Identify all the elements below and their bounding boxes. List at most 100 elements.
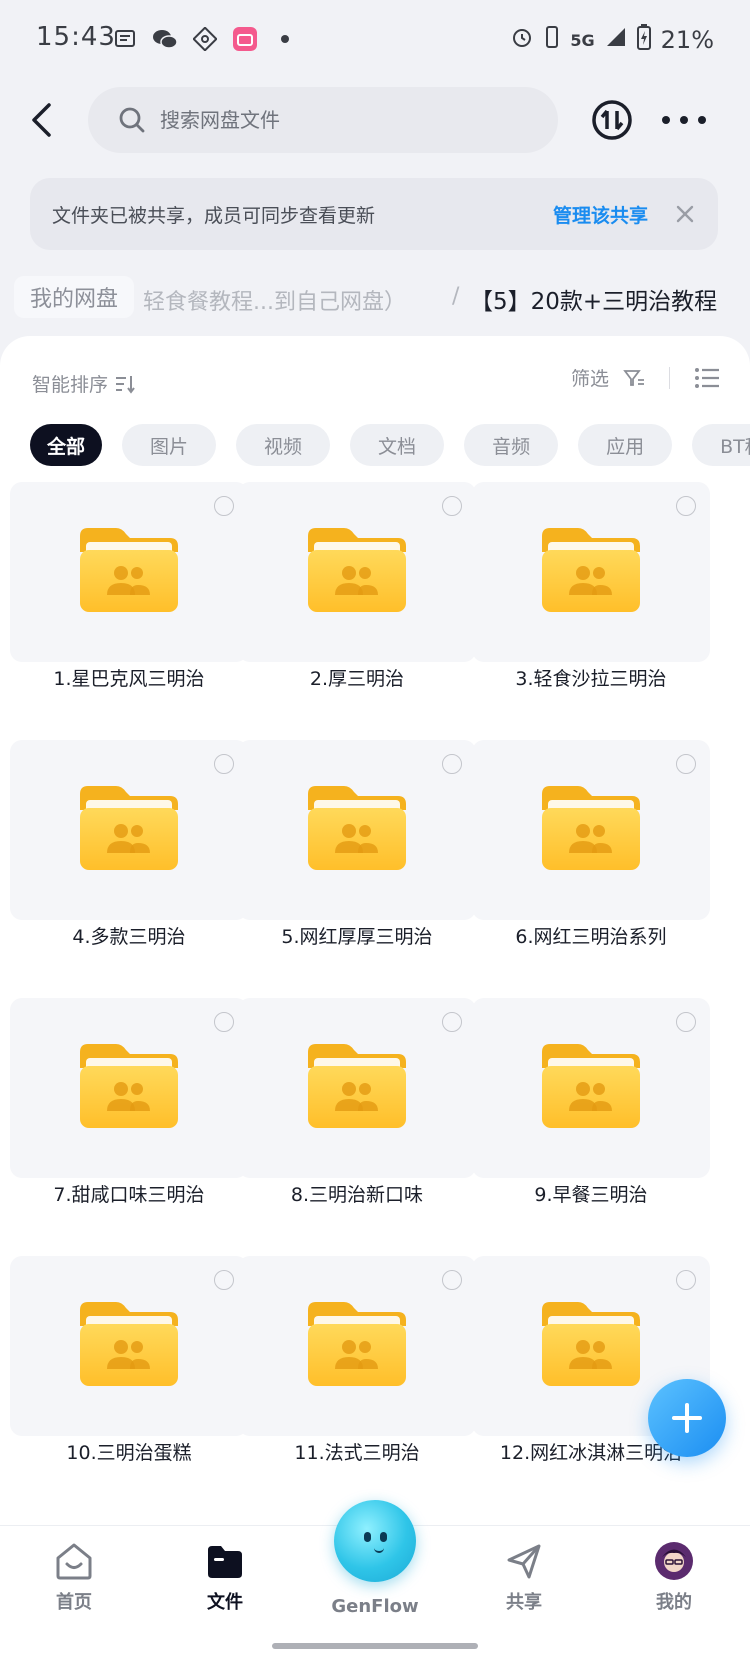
select-radio[interactable] <box>442 1012 462 1032</box>
shared-folder-icon <box>308 1044 406 1128</box>
breadcrumb-root[interactable]: 我的网盘 <box>14 276 135 318</box>
folder-tile[interactable] <box>238 740 476 920</box>
shared-folder-icon <box>80 786 178 870</box>
more-button[interactable] <box>662 106 706 134</box>
folder-name: 10.三明治蛋糕 <box>66 1442 192 1464</box>
genflow-mouth <box>374 1546 384 1553</box>
alarm-icon <box>510 25 534 55</box>
wechat-icon <box>152 26 178 52</box>
shared-folder-icon <box>80 528 178 612</box>
select-radio[interactable] <box>214 754 234 774</box>
select-radio[interactable] <box>214 1270 234 1290</box>
filter-label[interactable]: 筛选 <box>571 364 609 391</box>
folder-icon <box>208 1546 242 1578</box>
manage-share-link[interactable]: 管理该共享 <box>553 201 648 228</box>
shared-folder-icon <box>542 528 640 612</box>
shared-folder-icon <box>308 1302 406 1386</box>
filter-icon[interactable] <box>623 368 645 388</box>
select-radio[interactable] <box>214 1012 234 1032</box>
nav-me-label: 我的 <box>656 1592 692 1613</box>
nav-genflow[interactable]: GenFlow <box>325 1596 425 1617</box>
folder-tile[interactable] <box>10 998 248 1178</box>
sort-button[interactable]: 智能排序 <box>32 370 136 397</box>
chip-apps[interactable]: 应用 <box>578 424 673 466</box>
plus-icon <box>672 1403 702 1433</box>
signal-icon <box>605 26 627 54</box>
shared-folder-icon <box>542 1302 640 1386</box>
nav-home-label: 首页 <box>56 1592 92 1613</box>
folder-tile[interactable] <box>238 482 476 662</box>
search-bar[interactable] <box>88 87 558 153</box>
genflow-icon[interactable] <box>334 1500 416 1582</box>
status-right: 5G 21% <box>510 24 714 56</box>
folder-tile[interactable] <box>10 482 248 662</box>
notification-icons <box>112 26 298 52</box>
select-radio[interactable] <box>676 1270 696 1290</box>
breadcrumb-separator: / <box>452 284 460 309</box>
nav-share[interactable]: 共享 <box>474 1540 574 1614</box>
list-view-icon[interactable] <box>694 367 720 389</box>
folder-name: 3.轻食沙拉三明治 <box>515 668 667 690</box>
breadcrumb-middle[interactable]: 轻食餐教程...到自己网盘） <box>143 284 406 316</box>
shared-folder-icon <box>80 1302 178 1386</box>
add-button[interactable] <box>648 1379 726 1457</box>
select-radio[interactable] <box>214 496 234 516</box>
folder-name: 9.早餐三明治 <box>534 1184 648 1206</box>
select-radio[interactable] <box>442 754 462 774</box>
back-arrow-icon <box>32 103 51 137</box>
nav-files-label: 文件 <box>207 1592 243 1613</box>
nav-share-label: 共享 <box>506 1592 542 1613</box>
folder-name: 7.甜咸口味三明治 <box>53 1184 205 1206</box>
search-icon <box>119 107 145 133</box>
folder-name: 4.多款三明治 <box>72 926 186 948</box>
home-icon <box>56 1543 92 1580</box>
home-indicator[interactable] <box>272 1643 478 1649</box>
folder-tile[interactable] <box>472 998 710 1178</box>
shared-folder-icon <box>80 1044 178 1128</box>
folder-name: 5.网红厚厚三明治 <box>281 926 433 948</box>
bilibili-icon <box>232 26 258 52</box>
chip-bt[interactable]: BT种子 <box>692 424 750 466</box>
folder-tile[interactable] <box>472 740 710 920</box>
select-radio[interactable] <box>676 496 696 516</box>
folder-tile[interactable] <box>10 1256 248 1436</box>
search-input[interactable] <box>158 107 542 133</box>
divider <box>669 366 670 389</box>
select-radio[interactable] <box>442 496 462 516</box>
shared-folder-icon <box>308 786 406 870</box>
folder-name: 11.法式三明治 <box>294 1442 420 1464</box>
back-button[interactable] <box>20 96 64 144</box>
folder-tile[interactable] <box>238 998 476 1178</box>
share-banner: 文件夹已被共享，成员可同步查看更新 管理该共享 <box>30 178 718 250</box>
chip-all[interactable]: 全部 <box>30 424 103 466</box>
folder-tile[interactable] <box>238 1256 476 1436</box>
dot-icon <box>272 26 298 52</box>
filter-row: 筛选 <box>571 364 720 391</box>
status-bar: 15:43 5G 21% <box>0 0 750 80</box>
select-radio[interactable] <box>442 1270 462 1290</box>
transfer-button[interactable] <box>590 98 634 142</box>
share-icon <box>507 1544 541 1579</box>
chip-images[interactable]: 图片 <box>122 424 217 466</box>
nav-me[interactable]: 我的 <box>624 1540 724 1614</box>
more-icon <box>662 116 670 124</box>
chip-videos[interactable]: 视频 <box>236 424 331 466</box>
chip-audio[interactable]: 音频 <box>464 424 559 466</box>
battery-icon <box>636 24 651 56</box>
transfer-icon <box>592 100 632 140</box>
folder-tile[interactable] <box>10 740 248 920</box>
chip-documents[interactable]: 文档 <box>350 424 445 466</box>
genflow-eye <box>364 1532 371 1542</box>
sort-label: 智能排序 <box>32 374 109 396</box>
select-radio[interactable] <box>676 754 696 774</box>
nav-home[interactable]: 首页 <box>24 1540 124 1614</box>
folder-tile[interactable] <box>472 482 710 662</box>
select-radio[interactable] <box>676 1012 696 1032</box>
folder-name: 2.厚三明治 <box>309 668 405 690</box>
nav-files[interactable]: 文件 <box>175 1540 275 1614</box>
shared-folder-icon <box>542 786 640 870</box>
shared-folder-icon <box>542 1044 640 1128</box>
breadcrumb-current: 【5】20款+三明治教程 <box>470 289 718 315</box>
folder-name: 6.网红三明治系列 <box>515 926 667 948</box>
close-icon[interactable] <box>674 203 696 225</box>
